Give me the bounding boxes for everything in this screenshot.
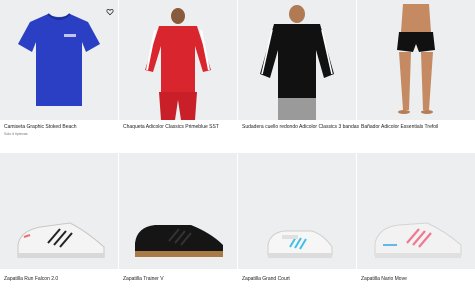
product-image[interactable] — [119, 153, 237, 269]
product-title[interactable]: Camiseta Graphic Stoked Beach — [4, 124, 77, 130]
product-image[interactable] — [238, 0, 356, 120]
product-title[interactable]: Zapatilla Nario Move — [361, 276, 407, 282]
black-sweatshirt-image — [260, 5, 334, 120]
black-swim-shorts-image — [397, 4, 435, 114]
blue-tshirt-image — [18, 13, 100, 106]
product-card[interactable]: Bañador Adicolor Essentials Trefoil — [357, 0, 475, 160]
product-availability: Sólo 6 tiptexas — [4, 132, 28, 136]
heart-icon[interactable] — [106, 8, 114, 16]
product-title[interactable]: Bañador Adicolor Essentials Trefoil — [361, 124, 438, 130]
black-trainer-shoe-image — [135, 225, 223, 257]
product-image[interactable] — [238, 153, 356, 269]
white-pink-running-shoe-image — [374, 222, 462, 258]
product-image[interactable] — [357, 0, 475, 120]
white-court-shoe-image — [267, 230, 333, 258]
product-card[interactable]: Zapatilla Run Falcon 2.0 — [0, 153, 118, 292]
product-card[interactable]: Chaqueta Adicolor Classics Primeblue SST — [119, 0, 237, 160]
product-image[interactable] — [0, 153, 118, 269]
product-title[interactable]: Zapatilla Trainer V — [123, 276, 164, 282]
product-card[interactable]: Zapatilla Grand Court — [238, 153, 356, 292]
product-title[interactable]: Chaqueta Adicolor Classics Primeblue SST — [123, 124, 219, 130]
product-card[interactable]: Zapatilla Nario Move — [357, 153, 475, 292]
product-image[interactable] — [0, 0, 118, 120]
product-image[interactable] — [119, 0, 237, 120]
product-card[interactable]: Sudadera cuello redondo Adicolor Classic… — [238, 0, 359, 160]
red-track-jacket-image — [145, 8, 211, 120]
product-title[interactable]: Sudadera cuello redondo Adicolor Classic… — [242, 124, 359, 130]
product-title[interactable]: Zapatilla Grand Court — [242, 276, 290, 282]
product-title[interactable]: Zapatilla Run Falcon 2.0 — [4, 276, 58, 282]
product-grid: Camiseta Graphic Stoked Beach Sólo 6 tip… — [0, 0, 475, 292]
white-running-shoe-image — [17, 222, 105, 258]
product-card[interactable]: Camiseta Graphic Stoked Beach Sólo 6 tip… — [0, 0, 118, 160]
product-image[interactable] — [357, 153, 475, 269]
product-card[interactable]: Zapatilla Trainer V — [119, 153, 237, 292]
